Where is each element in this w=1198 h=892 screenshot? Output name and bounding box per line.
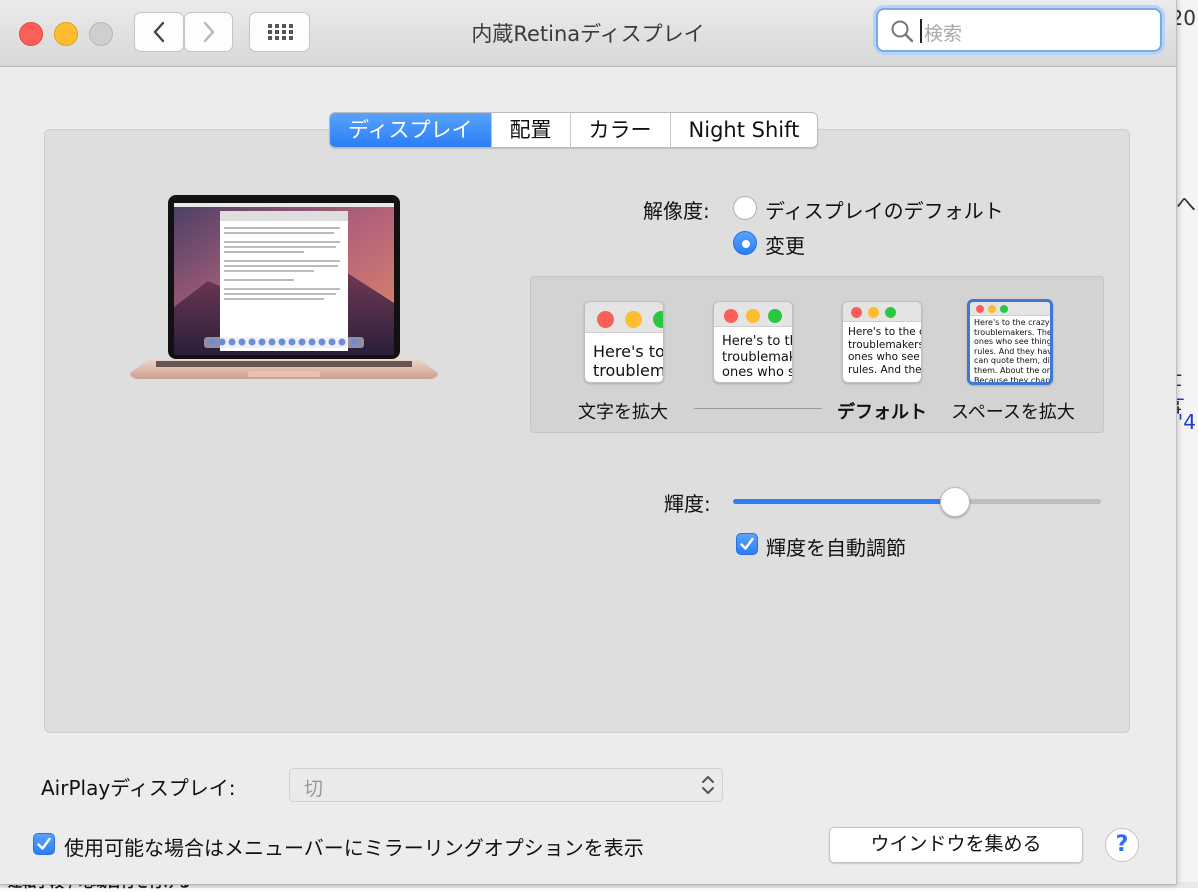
scale-option-default[interactable]: Here's to the cr troublemakers. ones who… bbox=[842, 301, 922, 383]
search-field[interactable]: 検索 bbox=[876, 8, 1162, 52]
scale-label-larger-text: 文字を拡大 bbox=[578, 402, 668, 423]
scale-option-larger-text[interactable]: Here's to troublem bbox=[584, 301, 664, 383]
mirror-option-label[interactable]: 使用可能な場合はメニューバーにミラーリングオプションを表示 bbox=[64, 832, 644, 861]
sample-text: Here's to the crazy one troublemakers. T… bbox=[974, 318, 1053, 385]
radio-scaled-resolution[interactable] bbox=[733, 231, 757, 255]
radio-default-resolution[interactable] bbox=[733, 196, 757, 220]
sample-text: Here's to th troublemak ones who s bbox=[722, 334, 793, 381]
tab-color[interactable]: カラー bbox=[569, 113, 670, 147]
scale-option-2[interactable]: Here's to th troublemak ones who s bbox=[713, 301, 793, 383]
mirror-option-checkbox[interactable] bbox=[33, 833, 55, 855]
gather-windows-button[interactable]: ウインドウを集める bbox=[829, 827, 1083, 863]
auto-brightness-label[interactable]: 輝度を自動調節 bbox=[766, 532, 906, 561]
airplay-label: AirPlayディスプレイ: bbox=[41, 776, 236, 800]
airplay-select[interactable]: 切 bbox=[289, 768, 723, 802]
scale-option-more-space[interactable]: Here's to the crazy one troublemakers. T… bbox=[967, 299, 1053, 385]
radio-label-scaled[interactable]: 変更 bbox=[765, 230, 805, 259]
airplay-select-value: 切 bbox=[304, 778, 324, 800]
auto-brightness-checkbox[interactable] bbox=[736, 533, 758, 555]
help-button[interactable]: ? bbox=[1105, 828, 1139, 862]
brightness-label: 輝度: bbox=[664, 492, 711, 516]
search-icon bbox=[891, 20, 914, 43]
titlebar: 内蔵Retinaディスプレイ 検索 bbox=[0, 0, 1176, 67]
scale-label-default: デフォルト bbox=[837, 402, 927, 423]
brightness-slider-knob[interactable] bbox=[940, 487, 970, 517]
radio-label-default[interactable]: ディスプレイのデフォルト bbox=[765, 195, 1004, 224]
resolution-label: 解像度: bbox=[643, 199, 710, 223]
preferences-window: 内蔵Retinaディスプレイ 検索 ディスプレイ 配置 カラー Night Sh… bbox=[0, 0, 1177, 885]
segmented-tabs: ディスプレイ 配置 カラー Night Shift bbox=[329, 112, 819, 148]
search-placeholder: 検索 bbox=[924, 23, 963, 45]
tab-arrangement[interactable]: 配置 bbox=[490, 113, 570, 147]
tab-night-shift[interactable]: Night Shift bbox=[669, 113, 818, 147]
scale-label-more-space: スペースを拡大 bbox=[951, 402, 1075, 423]
text-caret bbox=[920, 19, 922, 43]
laptop-illustration bbox=[130, 195, 438, 379]
checkmark-icon bbox=[740, 537, 754, 550]
bg-text: へ bbox=[1176, 192, 1196, 216]
updown-arrows-icon bbox=[702, 776, 714, 794]
scale-divider bbox=[694, 408, 822, 409]
checkmark-icon bbox=[37, 837, 51, 850]
bg-text: '4 bbox=[1177, 410, 1196, 434]
tab-display[interactable]: ディスプレイ bbox=[330, 113, 491, 147]
sample-text: Here's to the cr troublemakers. ones who… bbox=[848, 326, 922, 376]
brightness-slider-fill bbox=[733, 499, 954, 504]
sample-text: Here's to troublem bbox=[593, 342, 664, 381]
